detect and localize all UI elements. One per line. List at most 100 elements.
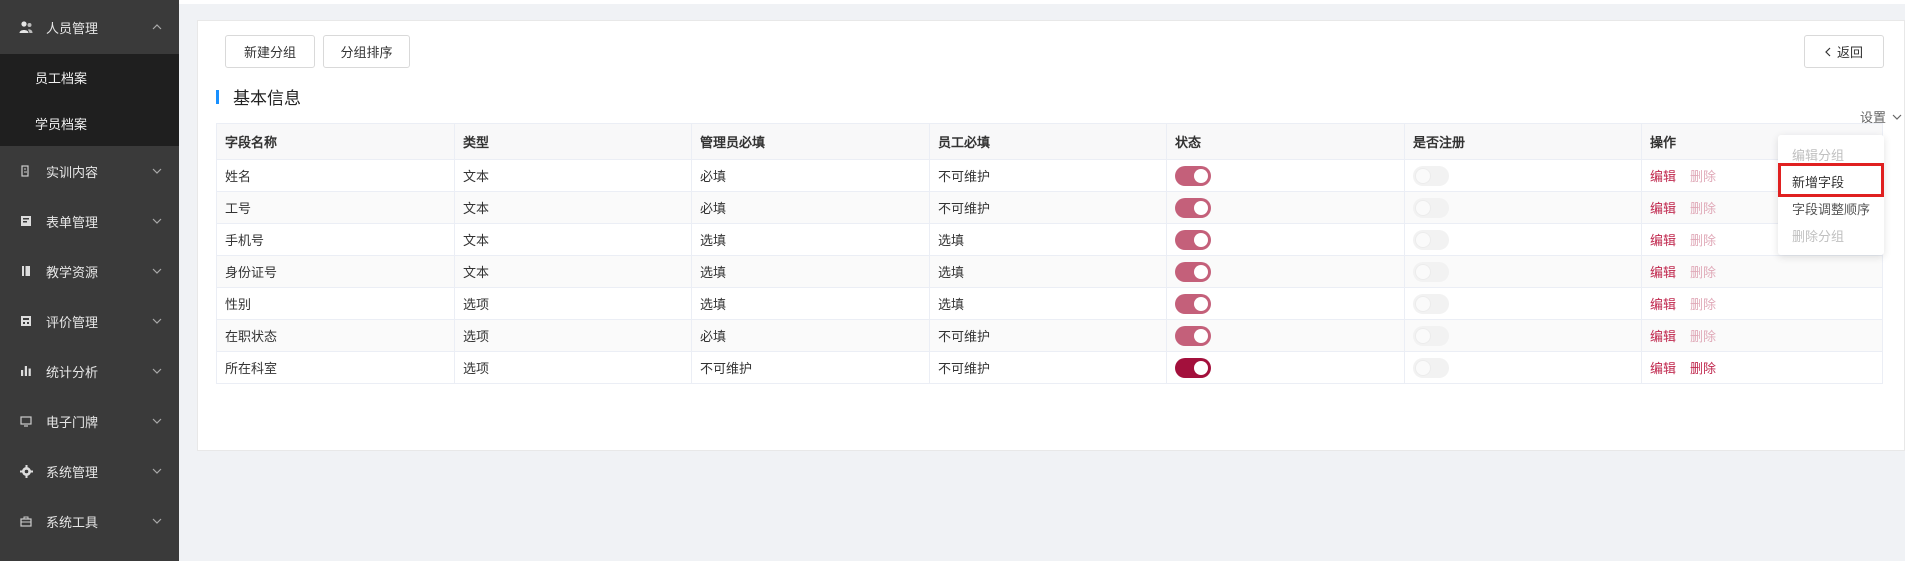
menu-group-system-tools[interactable]: 系统工具 — [0, 496, 179, 546]
menu-group-forms[interactable]: 表单管理 — [0, 196, 179, 246]
sidebar-item-label: 员工档案 — [35, 71, 88, 87]
edit-link[interactable]: 编辑 — [1650, 298, 1676, 313]
status-toggle[interactable] — [1175, 165, 1211, 186]
back-button[interactable]: 返回 — [1804, 35, 1884, 68]
admin-required-cell: 选填 — [691, 223, 930, 256]
sidebar-item-student-archive[interactable]: 学员档案 — [0, 100, 179, 146]
sidebar-item-employee-archive[interactable]: 员工档案 — [0, 54, 179, 100]
field-name-cell: 所在科室 — [216, 351, 455, 384]
menu-item-reorder-fields[interactable]: 字段调整顺序 — [1778, 195, 1884, 222]
status-toggle[interactable] — [1175, 325, 1211, 346]
edit-link[interactable]: 编辑 — [1650, 202, 1676, 217]
status-toggle[interactable] — [1175, 229, 1211, 250]
group-sort-button[interactable]: 分组排序 — [323, 35, 410, 68]
delete-link[interactable]: 删除 — [1690, 234, 1716, 249]
column-header: 状态 — [1166, 123, 1405, 160]
menu-item-delete-group[interactable]: 删除分组 — [1778, 222, 1884, 249]
table-row: 工号 文本 必填 不可维护 编辑 删除 — [216, 191, 1883, 224]
delete-link[interactable]: 删除 — [1690, 330, 1716, 345]
admin-required-cell: 不可维护 — [691, 351, 930, 384]
field-name-cell: 姓名 — [216, 159, 455, 192]
registered-toggle[interactable] — [1413, 229, 1449, 250]
edit-link[interactable]: 编辑 — [1650, 362, 1676, 377]
field-type-cell: 文本 — [454, 191, 692, 224]
evaluation-icon — [18, 313, 34, 329]
edit-link[interactable]: 编辑 — [1650, 170, 1676, 185]
registered-cell — [1404, 159, 1642, 192]
edit-link[interactable]: 编辑 — [1650, 266, 1676, 281]
toggle-knob — [1416, 296, 1430, 311]
section-title-text: 基本信息 — [233, 89, 301, 109]
registered-toggle[interactable] — [1413, 165, 1449, 186]
staff-required-cell: 选填 — [929, 287, 1167, 320]
registered-cell — [1404, 191, 1642, 224]
edit-link[interactable]: 编辑 — [1650, 330, 1676, 345]
menu-label: 系统工具 — [46, 515, 99, 531]
toggle-knob — [1416, 328, 1430, 343]
fields-table: 字段名称 类型 管理员必填 员工必填 状态 是否注册 操作 姓名 文本 必填 不可维护… — [216, 123, 1883, 384]
status-cell — [1166, 287, 1405, 320]
section-accent-bar — [216, 89, 219, 104]
delete-link[interactable]: 删除 — [1690, 362, 1716, 377]
delete-link[interactable]: 删除 — [1690, 170, 1716, 185]
status-toggle[interactable] — [1175, 293, 1211, 314]
menu-group-system-admin[interactable]: 系统管理 — [0, 446, 179, 496]
field-name-cell: 手机号 — [216, 223, 455, 256]
actions-cell: 编辑 删除 — [1641, 255, 1883, 288]
toggle-knob — [1416, 232, 1430, 247]
menu-group-e-doorplate[interactable]: 电子门牌 — [0, 396, 179, 446]
main-card: 新建分组 分组排序 返回 基本信息 设置 字段名称 类型 管理员必填 员工必填 … — [197, 20, 1905, 451]
toggle-knob — [1416, 200, 1430, 215]
menu-group-people[interactable]: 人员管理 — [0, 0, 179, 54]
status-toggle[interactable] — [1175, 261, 1211, 282]
menu-group-training[interactable]: 实训内容 — [0, 146, 179, 196]
field-name-cell: 在职状态 — [216, 319, 455, 352]
status-cell — [1166, 191, 1405, 224]
menu-group-evaluation[interactable]: 评价管理 — [0, 296, 179, 346]
registered-toggle[interactable] — [1413, 325, 1449, 346]
toolbox-icon — [18, 513, 34, 529]
menu-label: 评价管理 — [46, 315, 99, 331]
table-row: 在职状态 选项 必填 不可维护 编辑 删除 — [216, 319, 1883, 352]
menu-item-add-field[interactable]: 新增字段 — [1778, 168, 1884, 195]
registered-toggle[interactable] — [1413, 357, 1449, 378]
menu-item-edit-group[interactable]: 编辑分组 — [1778, 141, 1884, 168]
admin-required-cell: 必填 — [691, 159, 930, 192]
delete-link[interactable]: 删除 — [1690, 298, 1716, 313]
menu-label: 电子门牌 — [46, 415, 99, 431]
toggle-knob — [1194, 168, 1208, 183]
registered-cell — [1404, 351, 1642, 384]
field-type-cell: 文本 — [454, 223, 692, 256]
chevron-left-icon — [1825, 47, 1831, 57]
table-row: 性别 选项 选填 选填 编辑 删除 — [216, 287, 1883, 320]
chevron-down-icon — [151, 515, 163, 527]
field-type-cell: 文本 — [454, 159, 692, 192]
toggle-knob — [1416, 168, 1430, 183]
registered-toggle[interactable] — [1413, 293, 1449, 314]
staff-required-cell: 不可维护 — [929, 191, 1167, 224]
staff-required-cell: 选填 — [929, 223, 1167, 256]
status-toggle[interactable] — [1175, 357, 1211, 378]
menu-group-teaching[interactable]: 教学资源 — [0, 246, 179, 296]
registered-cell — [1404, 223, 1642, 256]
delete-link[interactable]: 删除 — [1690, 266, 1716, 281]
menu-group-statistics[interactable]: 统计分析 — [0, 346, 179, 396]
actions-cell: 编辑 删除 — [1641, 351, 1883, 384]
field-type-cell: 选项 — [454, 287, 692, 320]
status-toggle[interactable] — [1175, 197, 1211, 218]
chevron-down-icon — [151, 365, 163, 377]
gear-icon — [18, 463, 34, 479]
delete-link[interactable]: 删除 — [1690, 202, 1716, 217]
registered-toggle[interactable] — [1413, 261, 1449, 282]
new-group-button[interactable]: 新建分组 — [225, 35, 315, 68]
menu-label: 实训内容 — [46, 165, 99, 181]
menu-label: 统计分析 — [46, 365, 99, 381]
registered-toggle[interactable] — [1413, 197, 1449, 218]
training-icon — [18, 163, 34, 179]
monitor-icon — [18, 413, 34, 429]
chevron-down-icon — [151, 465, 163, 477]
staff-required-cell: 不可维护 — [929, 351, 1167, 384]
settings-dropdown-menu: 编辑分组 新增字段 字段调整顺序 删除分组 — [1778, 135, 1884, 255]
edit-link[interactable]: 编辑 — [1650, 234, 1676, 249]
admin-required-cell: 必填 — [691, 191, 930, 224]
